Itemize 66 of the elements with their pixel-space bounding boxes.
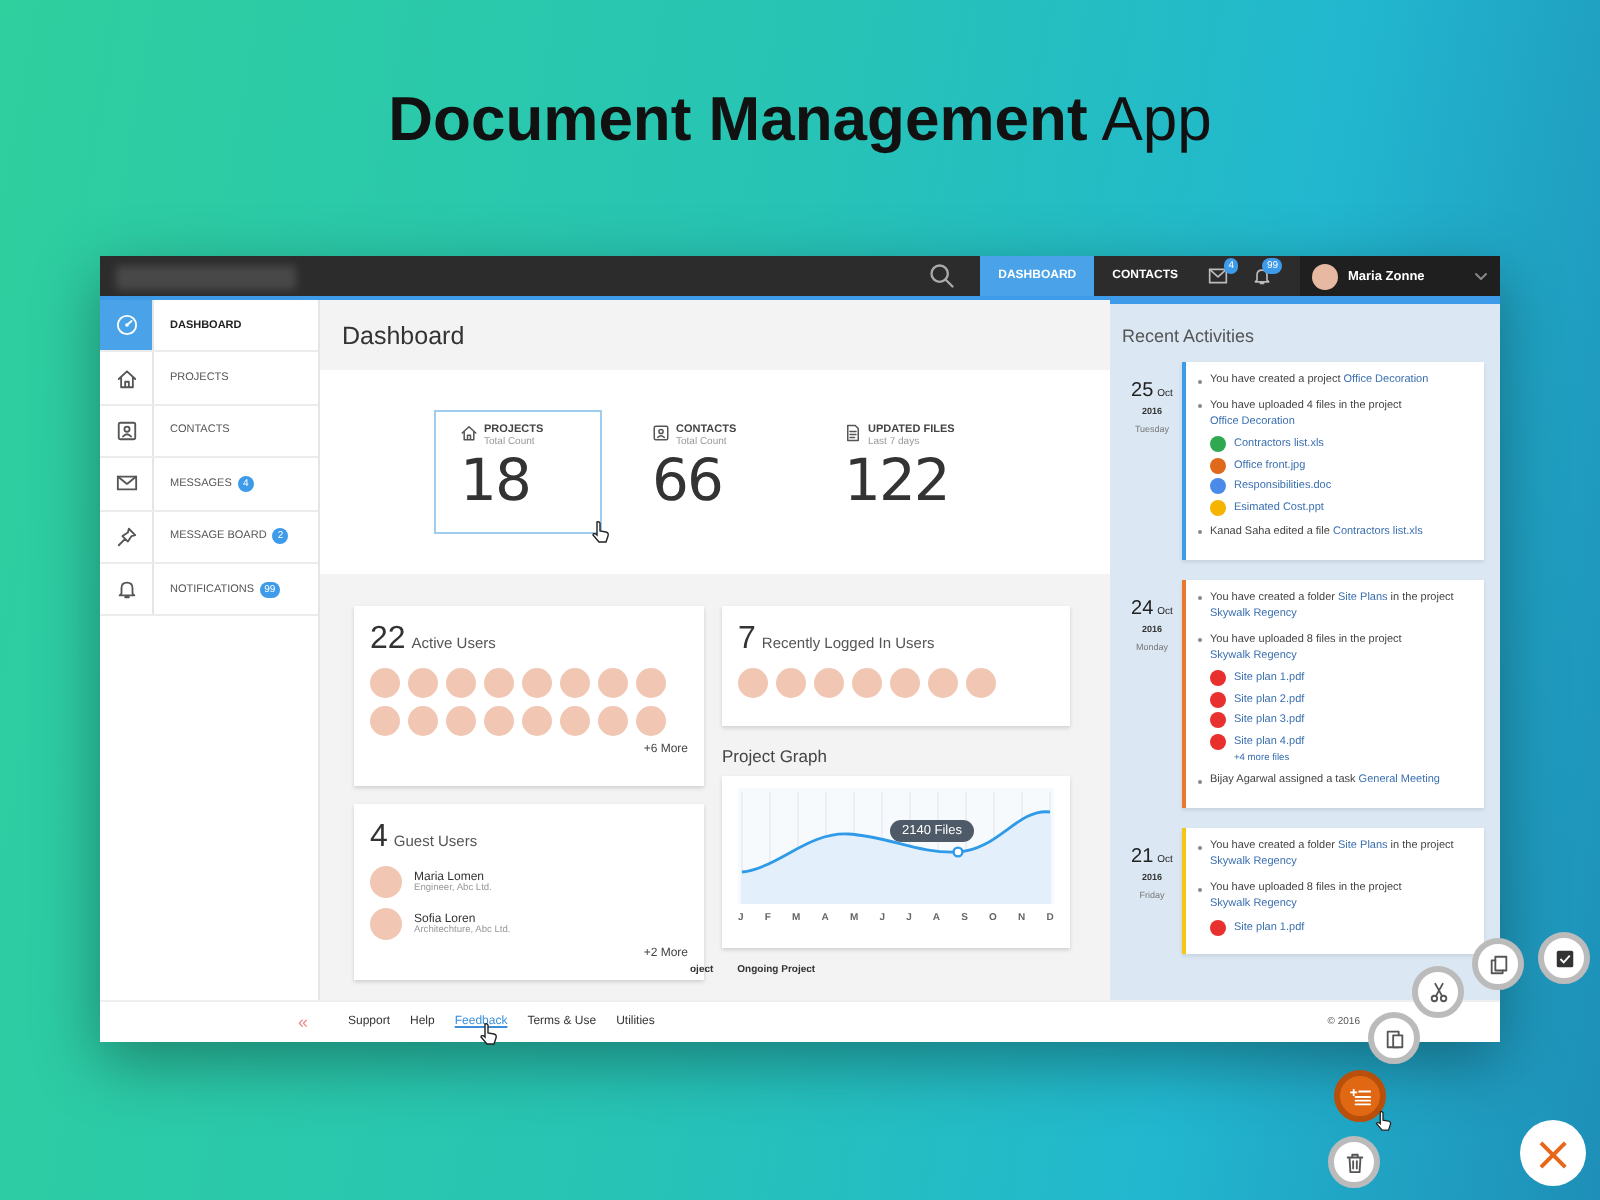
action-button[interactable]	[1472, 938, 1524, 990]
envelope-icon	[115, 472, 137, 495]
page-title: Dashboard	[340, 319, 467, 353]
action-button[interactable]	[1538, 932, 1590, 984]
action-button[interactable]	[1328, 1136, 1380, 1188]
bell-icon[interactable]	[1250, 266, 1274, 286]
contact-card-icon	[115, 419, 137, 442]
file-type-icon	[1210, 919, 1226, 936]
avatar	[814, 668, 844, 698]
bell-icon	[115, 578, 137, 601]
avatar	[636, 706, 666, 736]
user-count: 22	[370, 622, 406, 658]
scissors-icon	[1427, 981, 1449, 1003]
avatar	[560, 668, 590, 698]
avatar	[408, 668, 438, 698]
avatar	[890, 668, 920, 698]
panel-title: Recent Activities	[1122, 326, 1257, 346]
avatar	[738, 668, 768, 698]
page-headline: Document Management App	[388, 84, 1212, 156]
avatar	[484, 706, 514, 736]
stat-value: 66	[652, 452, 724, 510]
day-number: 25	[1131, 380, 1154, 402]
avatar	[928, 668, 958, 698]
avatar	[522, 668, 552, 698]
avatar	[446, 668, 476, 698]
avatar	[370, 866, 402, 898]
stat-value: 18	[460, 452, 532, 510]
chevron-down-icon	[1474, 271, 1488, 281]
search-icon[interactable]	[928, 262, 957, 290]
checkbox-icon	[1553, 947, 1575, 969]
avatar	[852, 668, 882, 698]
avatar	[560, 706, 590, 736]
user-count: 4	[370, 820, 388, 856]
pin-icon	[115, 525, 137, 548]
avatar	[484, 668, 514, 698]
stat-value: 122	[844, 452, 951, 510]
avatar	[370, 908, 402, 940]
close-button[interactable]: ×	[1520, 1120, 1586, 1186]
avatar	[966, 668, 996, 698]
hand-cursor-icon	[1372, 1110, 1394, 1132]
avatar	[598, 706, 628, 736]
day-number: 21	[1131, 846, 1154, 869]
avatar	[522, 706, 552, 736]
house-icon	[460, 424, 478, 442]
trash-icon	[1343, 1151, 1365, 1173]
envelope-icon[interactable]	[1206, 266, 1230, 286]
user-count: 7	[738, 622, 756, 658]
avatar	[446, 706, 476, 736]
dashboard-icon	[115, 314, 137, 337]
house-icon	[115, 367, 137, 390]
action-button[interactable]	[1368, 1012, 1420, 1064]
avatar	[636, 668, 666, 698]
add-list-icon	[1349, 1085, 1371, 1107]
avatar	[408, 706, 438, 736]
hand-cursor-icon	[590, 520, 610, 544]
contact-card-icon	[652, 424, 670, 442]
avatar	[598, 668, 628, 698]
avatar	[1312, 263, 1338, 289]
avatar	[776, 668, 806, 698]
copy-icon	[1487, 953, 1509, 975]
avatar	[370, 668, 400, 698]
clipboard-icon	[1383, 1027, 1405, 1049]
document-icon	[844, 424, 862, 442]
avatar	[370, 706, 400, 736]
section-title: Project Graph	[722, 746, 829, 766]
day-number: 24	[1131, 597, 1154, 620]
